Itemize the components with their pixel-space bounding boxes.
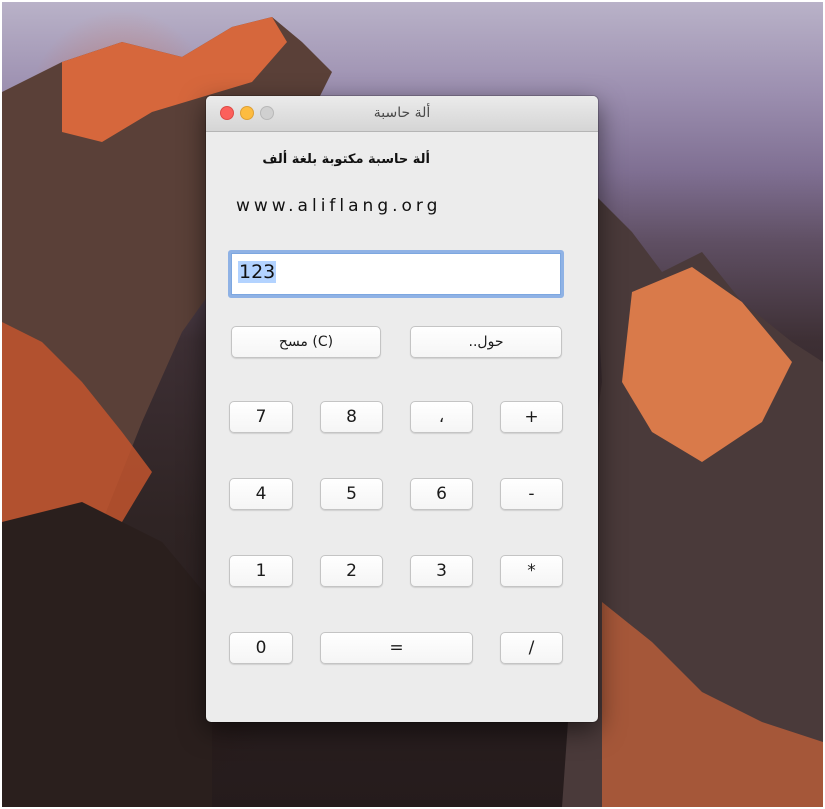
digit-4-button[interactable]: 4	[229, 478, 293, 510]
minus-button[interactable]: -	[500, 478, 563, 510]
decimal-button[interactable]: ،	[410, 401, 473, 433]
title-bar[interactable]: ألة حاسبة	[206, 96, 598, 132]
app-heading: ألة حاسبة مكتوبة بلغة ألف	[262, 152, 430, 167]
website-url: www.aliflang.org	[236, 196, 442, 216]
display-value: 123	[238, 261, 277, 283]
digit-2-button[interactable]: 2	[320, 555, 383, 587]
plus-button[interactable]: +	[500, 401, 563, 433]
calculator-window: ألة حاسبة ألة حاسبة مكتوبة بلغة ألف www.…	[206, 96, 598, 722]
clear-button[interactable]: مسح (C)	[231, 326, 381, 358]
digit-3-button[interactable]: 3	[410, 555, 473, 587]
digit-1-button[interactable]: 1	[229, 555, 293, 587]
digit-8-button[interactable]: 8	[320, 401, 383, 433]
equals-button[interactable]: =	[320, 632, 473, 664]
digit-5-button[interactable]: 5	[320, 478, 383, 510]
about-button[interactable]: ..حول	[410, 326, 562, 358]
digit-7-button[interactable]: 7	[229, 401, 293, 433]
display-field[interactable]: 123	[228, 250, 564, 298]
multiply-button[interactable]: *	[500, 555, 563, 587]
window-title: ألة حاسبة	[373, 105, 431, 121]
digit-0-button[interactable]: 0	[229, 632, 293, 664]
divide-button[interactable]: /	[500, 632, 563, 664]
digit-6-button[interactable]: 6	[410, 478, 473, 510]
